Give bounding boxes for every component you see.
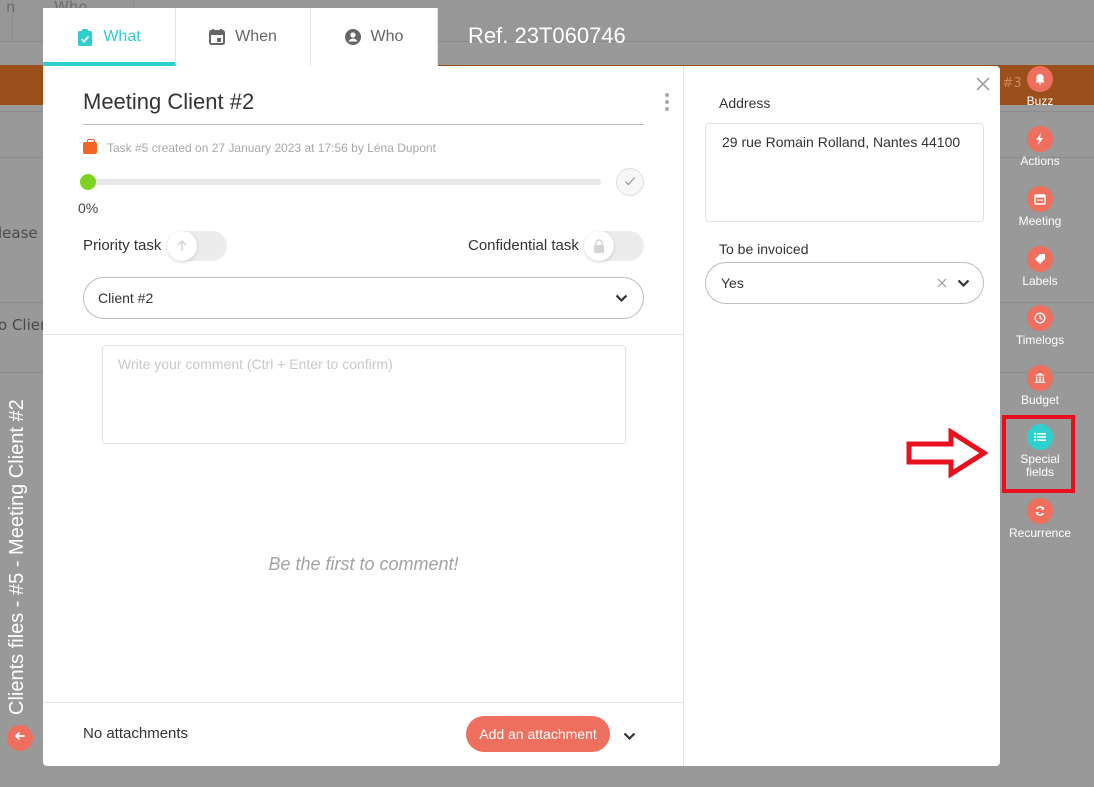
rail-item-recurrence[interactable]: Recurrence [1004, 498, 1076, 540]
task-modal: Meeting Client #2 Task #5 created on 27 … [43, 66, 1000, 766]
bell-icon [1027, 66, 1053, 92]
more-options-icon[interactable] [663, 93, 671, 111]
chevron-down-icon [613, 290, 629, 306]
background-tab-fragment: n [0, 0, 16, 42]
tag-icon [1027, 246, 1053, 272]
progress-percent: 0% [78, 200, 99, 216]
sync-icon [1027, 498, 1053, 524]
clear-icon[interactable] [937, 275, 947, 292]
mark-complete-button[interactable] [616, 168, 644, 196]
confidential-toggle[interactable] [584, 231, 644, 261]
rail-item-labels[interactable]: Labels [1004, 246, 1076, 288]
rail-label: Actions [1020, 154, 1060, 168]
task-created-info: Task #5 created on 27 January 2023 at 17… [83, 139, 436, 155]
tab-when-label: When [235, 28, 277, 45]
rail-item-meeting[interactable]: Meeting [1004, 186, 1076, 228]
comment-input[interactable]: Write your comment (Ctrl + Enter to conf… [102, 345, 626, 444]
lightning-icon [1027, 126, 1053, 152]
calendar-icon [209, 29, 226, 45]
address-field[interactable]: 29 rue Romain Rolland, Nantes 44100 [705, 123, 984, 222]
chevron-down-icon [955, 275, 971, 291]
created-info-text: Task #5 created on 27 January 2023 at 17… [107, 141, 436, 155]
modal-tabs: What When Who [43, 8, 438, 66]
back-button[interactable] [7, 725, 33, 751]
progress-slider-handle[interactable] [80, 174, 96, 190]
tab-what[interactable]: What [43, 8, 176, 66]
progress-slider-track[interactable] [89, 179, 601, 185]
clipboard-check-icon [77, 28, 93, 46]
briefcase-icon [83, 139, 97, 154]
vertical-breadcrumb-title: Clients files - #5 - Meeting Client #2 [6, 399, 28, 715]
attachments-expand-icon[interactable] [623, 726, 636, 745]
add-attachment-button[interactable]: Add an attachment [466, 716, 610, 752]
rail-item-buzz[interactable]: Buzz [1004, 66, 1076, 108]
rail-item-timelogs[interactable]: Timelogs [1004, 305, 1076, 347]
section-divider [43, 334, 684, 335]
invoice-select[interactable]: Yes [705, 262, 984, 304]
close-icon[interactable] [973, 74, 993, 94]
tab-who[interactable]: Who [311, 8, 438, 66]
priority-task-label: Priority task [83, 237, 162, 254]
arrow-left-icon [14, 730, 26, 746]
rail-label: Meeting [1018, 214, 1062, 228]
invoice-label: To be invoiced [719, 241, 809, 257]
rail-label: Timelogs [1015, 333, 1065, 347]
task-details-pane: Meeting Client #2 Task #5 created on 27 … [43, 66, 684, 766]
attachments-status: No attachments [83, 725, 189, 742]
rail-label: Recurrence [1008, 526, 1072, 540]
calendar-icon [1027, 186, 1053, 212]
client-select[interactable]: Client #2 [83, 277, 644, 319]
arrow-up-icon [167, 231, 197, 261]
client-select-value: Client #2 [98, 290, 154, 306]
bank-icon [1027, 365, 1053, 391]
special-fields-pane: Address 29 rue Romain Rolland, Nantes 44… [685, 66, 1000, 766]
lock-icon [584, 231, 614, 261]
invoice-select-value: Yes [721, 275, 744, 291]
priority-toggle[interactable] [167, 231, 227, 261]
tab-who-label: Who [370, 28, 404, 45]
tab-what-label: What [103, 28, 141, 45]
highlight-annotation-box [1002, 415, 1075, 493]
task-title-input[interactable]: Meeting Client #2 [83, 89, 644, 125]
background-text: lease r [0, 224, 49, 242]
check-icon [624, 175, 636, 189]
clock-icon [1027, 305, 1053, 331]
section-divider [43, 702, 684, 703]
user-circle-icon [344, 29, 361, 45]
tab-when[interactable]: When [176, 8, 311, 66]
rail-item-budget[interactable]: Budget [1004, 365, 1076, 407]
task-reference: Ref. 23T060746 [468, 23, 626, 48]
rail-item-actions[interactable]: Actions [1004, 126, 1076, 168]
empty-comments-message: Be the first to comment! [268, 554, 459, 574]
arrow-right-annotation-icon [906, 427, 989, 482]
confidential-task-label: Confidential task [468, 237, 579, 254]
rail-label: Labels [1022, 274, 1058, 288]
address-label: Address [719, 95, 771, 111]
rail-label: Budget [1020, 393, 1060, 407]
rail-label: Buzz [1026, 94, 1054, 108]
